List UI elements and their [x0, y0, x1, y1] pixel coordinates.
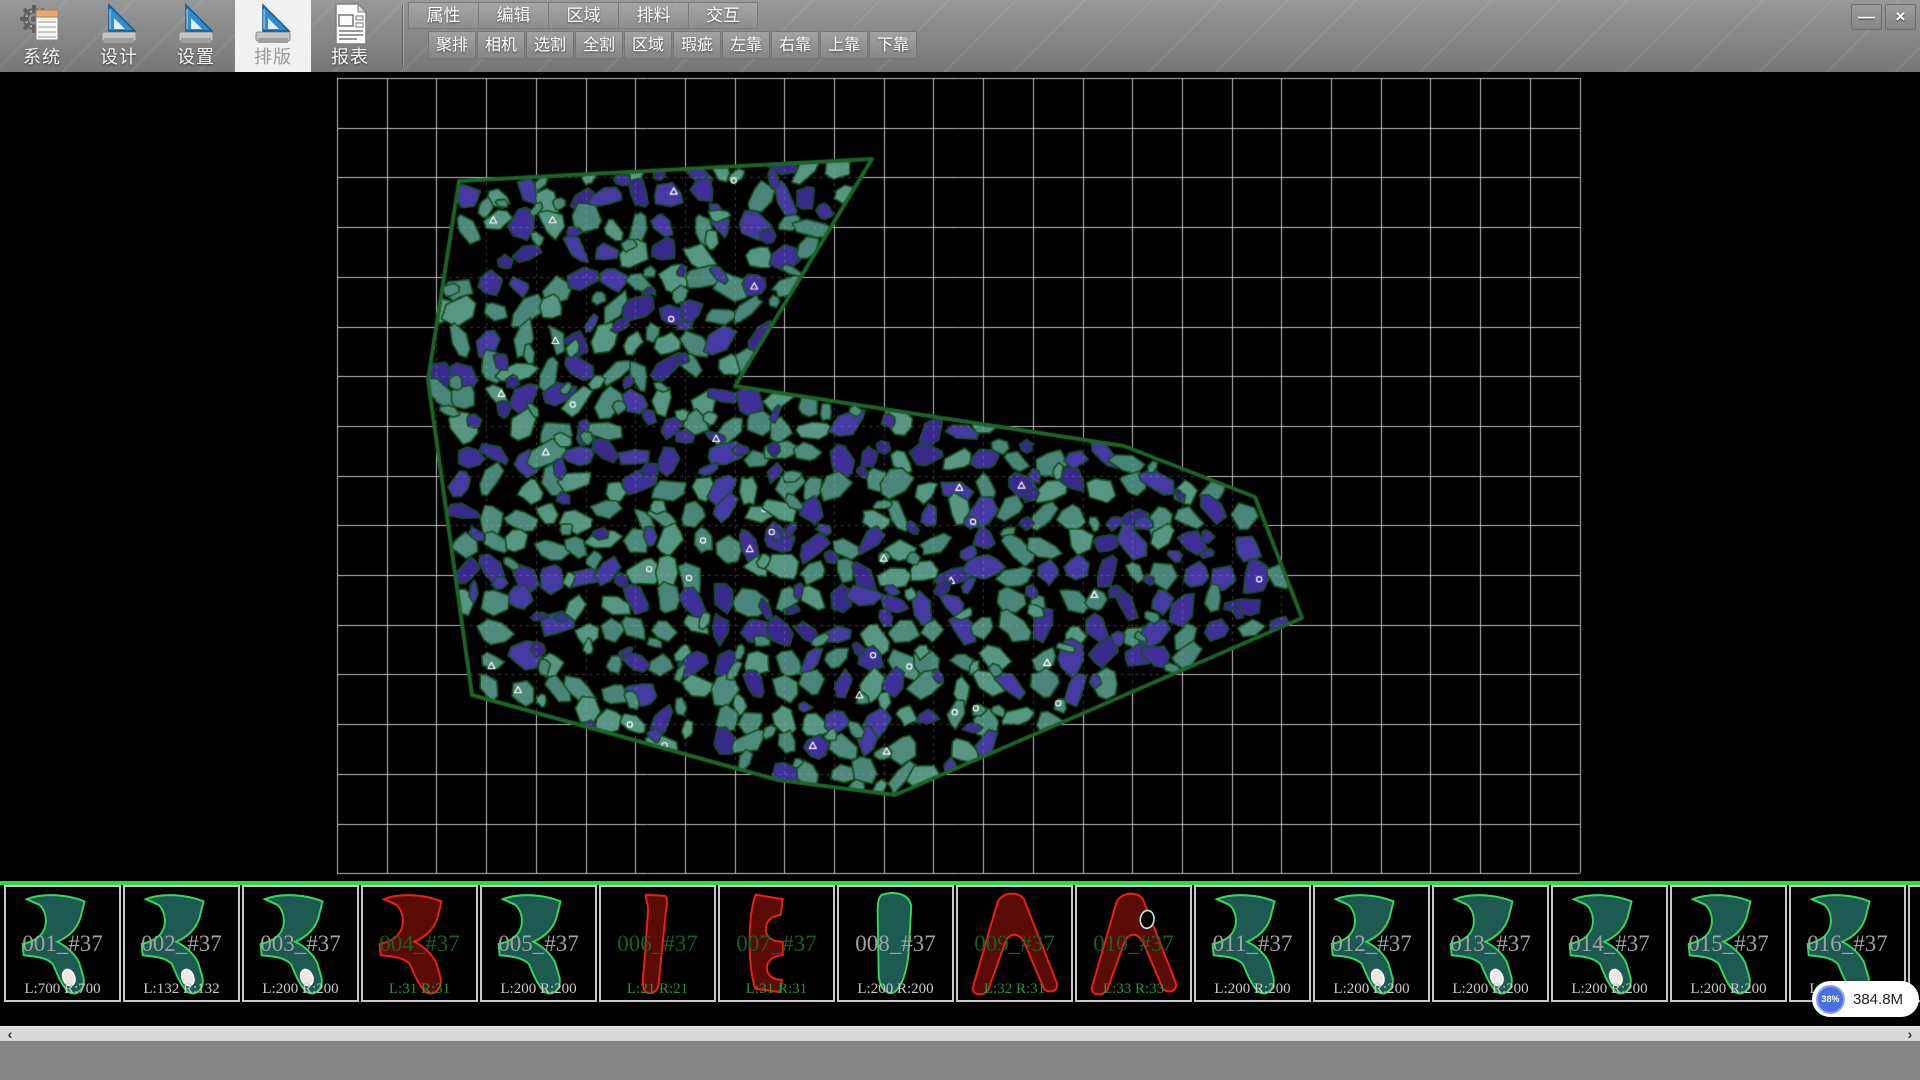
tool-button[interactable]: 相机 — [477, 31, 525, 59]
tool-button[interactable]: 选割 — [526, 31, 574, 59]
app-button-design[interactable]: 设计 — [81, 0, 157, 72]
piece-name: 006_#37 — [601, 931, 714, 957]
piece-name: 017_#37 — [1910, 931, 1920, 957]
piece-lr-count: L:200 R:200 — [1553, 981, 1666, 998]
menu-tab[interactable]: 编辑 — [478, 2, 548, 29]
piece-lr-count: L:32 R:31 — [958, 981, 1071, 998]
piece-thumbnail-strip: 001_#37L:700 R:700002_#37L:132 R:132003_… — [0, 885, 1920, 1003]
piece-name: 010_#37 — [1077, 931, 1190, 957]
thumbnail-cell[interactable]: 010_#37 L:33 R:33 — [1075, 885, 1192, 1002]
menu-tab[interactable]: 排料 — [618, 2, 688, 29]
tool-button[interactable]: 区域 — [624, 31, 672, 59]
thumbnail-cell[interactable]: 014_#37 L:200 R:200 — [1551, 885, 1668, 1002]
menu-tab[interactable]: 属性 — [408, 2, 478, 29]
tool-button[interactable]: 上靠 — [820, 31, 868, 59]
minimize-button[interactable]: — — [1851, 4, 1882, 30]
thumbnail-cell[interactable]: 003_#37 L:200 R:200 — [242, 885, 359, 1002]
report-icon — [327, 2, 373, 46]
piece-lr-count: L:132 R:132 — [125, 981, 238, 998]
piece-lr-count: L:31 R:31 — [363, 981, 476, 998]
thumbnail-cell[interactable]: 002_#37 L:132 R:132 — [123, 885, 240, 1002]
thumbnail-cell[interactable]: 015_#37 L:200 R:200 — [1670, 885, 1787, 1002]
piece-name: 016_#37 — [1791, 931, 1904, 957]
menu-tab[interactable]: 区域 — [548, 2, 618, 29]
app-button-label: 系统 — [4, 43, 80, 69]
tool-button[interactable]: 右靠 — [771, 31, 819, 59]
piece-name: 009_#37 — [958, 931, 1071, 957]
thumbnail-cell[interactable]: 005_#37 L:200 R:200 — [480, 885, 597, 1002]
tool-button[interactable]: 聚排 — [428, 31, 476, 59]
app-button-report[interactable]: 报表 — [312, 0, 388, 72]
app-button-label: 报表 — [312, 43, 388, 69]
tool-button[interactable]: 全割 — [575, 31, 623, 59]
thumbnail-cell[interactable]: 004_#37 L:31 R:31 — [361, 885, 478, 1002]
status-footer — [0, 1041, 1920, 1080]
toolbar: 系统设计设置排版报表 属性编辑区域排料交互 聚排相机选割全割区域瑕疵左靠右靠上靠… — [0, 0, 1920, 72]
progress-circle: 38% — [1816, 985, 1845, 1014]
piece-lr-count: L:200 R:200 — [244, 981, 357, 998]
thumbnail-cell[interactable]: 012_#37 L:200 R:200 — [1313, 885, 1430, 1002]
piece-name: 008_#37 — [839, 931, 952, 957]
piece-name: 005_#37 — [482, 931, 595, 957]
piece-lr-count: L:21 R:21 — [601, 981, 714, 998]
thumbnail-cell[interactable]: 013_#37 L:200 R:200 — [1432, 885, 1549, 1002]
piece-name: 014_#37 — [1553, 931, 1666, 957]
app-button-label: 设计 — [81, 43, 157, 69]
piece-name: 001_#37 — [6, 931, 119, 957]
horizontal-scrollbar[interactable]: ‹ › — [0, 1026, 1920, 1041]
tool-button-bar: 聚排相机选割全割区域瑕疵左靠右靠上靠下靠 — [428, 31, 918, 59]
app-button-system[interactable]: 系统 — [4, 0, 80, 72]
thumbnail-cell[interactable]: 009_#37 L:32 R:31 — [956, 885, 1073, 1002]
piece-name: 002_#37 — [125, 931, 238, 957]
memory-status-pill[interactable]: 38% 384.8M — [1812, 981, 1919, 1017]
piece-lr-count: L:200 R:200 — [1196, 981, 1309, 998]
piece-lr-count: L:31 R:31 — [720, 981, 833, 998]
close-button[interactable]: × — [1885, 4, 1916, 30]
tool-button[interactable]: 下靠 — [869, 31, 917, 59]
app-button-label: 排版 — [235, 43, 311, 69]
nesting-canvas[interactable] — [0, 72, 1920, 881]
tool-button[interactable]: 左靠 — [722, 31, 770, 59]
thumbnail-cell[interactable]: 006_#37 L:21 R:21 — [599, 885, 716, 1002]
piece-name: 011_#37 — [1196, 931, 1309, 957]
nesting-icon — [250, 2, 296, 46]
thumbnail-cell[interactable]: 001_#37 L:700 R:700 — [4, 885, 121, 1002]
menu-tab-bar: 属性编辑区域排料交互 — [408, 2, 758, 29]
app-button-label: 设置 — [158, 43, 234, 69]
piece-name: 012_#37 — [1315, 931, 1428, 957]
thumbnail-cell[interactable]: 008_#37 L:200 R:200 — [837, 885, 954, 1002]
scroll-left-icon[interactable]: ‹ — [2, 1027, 18, 1042]
scroll-right-icon[interactable]: › — [1902, 1027, 1918, 1042]
application-window: 系统设计设置排版报表 属性编辑区域排料交互 聚排相机选割全割区域瑕疵左靠右靠上靠… — [0, 0, 1920, 1080]
piece-lr-count: L:200 R:200 — [1672, 981, 1785, 998]
piece-name: 007_#37 — [720, 931, 833, 957]
piece-name: 013_#37 — [1434, 931, 1547, 957]
thumbnail-cell[interactable]: 007_#37 L:31 R:31 — [718, 885, 835, 1002]
piece-name: 004_#37 — [363, 931, 476, 957]
settings-icon — [173, 2, 219, 46]
piece-lr-count: L:700 R:700 — [6, 981, 119, 998]
window-controls: — × — [1851, 4, 1916, 30]
piece-lr-count: L:200 R:200 — [482, 981, 595, 998]
thumbnail-cell[interactable]: 011_#37 L:200 R:200 — [1194, 885, 1311, 1002]
app-button-nesting[interactable]: 排版 — [235, 0, 311, 72]
piece-lr-count: L:200 R:200 — [839, 981, 952, 998]
piece-lr-count: L:200 R:200 — [1434, 981, 1547, 998]
piece-lr-count: L:200 R:200 — [1315, 981, 1428, 998]
piece-lr-count: L:33 R:33 — [1077, 981, 1190, 998]
system-icon — [19, 2, 65, 46]
design-icon — [96, 2, 142, 46]
app-button-settings[interactable]: 设置 — [158, 0, 234, 72]
menu-tab[interactable]: 交互 — [688, 2, 758, 29]
piece-name: 015_#37 — [1672, 931, 1785, 957]
piece-name: 003_#37 — [244, 931, 357, 957]
tool-button[interactable]: 瑕疵 — [673, 31, 721, 59]
toolbar-divider — [402, 4, 403, 66]
memory-usage-label: 384.8M — [1853, 991, 1903, 1008]
